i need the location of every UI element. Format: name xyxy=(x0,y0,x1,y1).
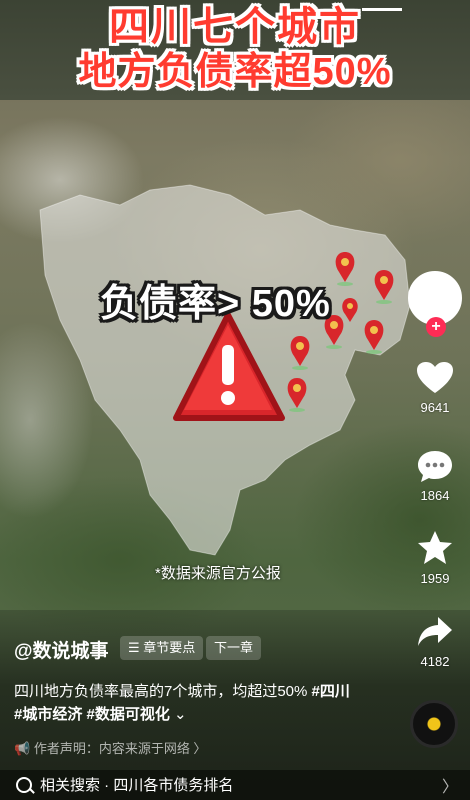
like-count: 9641 xyxy=(420,400,450,415)
share-button[interactable]: 4182 xyxy=(400,615,470,669)
hashtag-city-economy[interactable]: #城市经济 xyxy=(14,706,82,723)
chevron-right-icon: 〉 xyxy=(441,779,458,796)
author-statement[interactable]: 📢 作者声明：内容来源于网络 〉 xyxy=(14,738,206,757)
chapters-button[interactable]: ☰ 章节要点 xyxy=(120,636,204,660)
related-search-label: 相关搜索 · 四川各市债务排名 xyxy=(40,777,234,794)
author-name[interactable]: @数说城事 xyxy=(14,636,109,663)
data-source-note: *数据来源官方公报 xyxy=(155,565,281,582)
heart-icon xyxy=(417,362,453,393)
favorite-count: 1959 xyxy=(420,571,450,586)
megaphone-icon: 📢 xyxy=(14,741,31,756)
hashtag-sichuan[interactable]: #四川 xyxy=(312,683,350,700)
comment-icon xyxy=(418,451,452,482)
music-disc-icon[interactable] xyxy=(410,700,458,748)
comment-button[interactable]: 1864 xyxy=(400,449,470,503)
author-statement-text: 作者声明：内容来源于网络 〉 xyxy=(33,741,207,756)
share-arrow-icon xyxy=(418,617,452,646)
video-description[interactable]: 四川地方负债率最高的7个城市，均超过50% #四川 #城市经济 #数据可视化 ⌄ xyxy=(14,680,354,726)
debt-ratio-label: 负债率> 50% xyxy=(100,283,331,325)
next-chapter-button[interactable]: 下一章 xyxy=(206,636,262,660)
share-count: 4182 xyxy=(420,654,450,669)
chapters-label: 章节要点 xyxy=(143,640,196,655)
star-icon xyxy=(418,531,452,564)
related-search-bar[interactable]: 相关搜索 · 四川各市债务排名 〉 xyxy=(0,770,470,800)
video-title-line2: 地方负债率超50% xyxy=(78,51,392,93)
hashtag-data-visualization[interactable]: #数据可视化 xyxy=(87,706,170,723)
like-button[interactable]: 9641 xyxy=(400,361,470,415)
description-text: 四川地方负债率最高的7个城市，均超过50% xyxy=(14,683,308,700)
title-decoration xyxy=(362,8,402,11)
list-icon: ☰ xyxy=(128,640,140,655)
expand-chevron-icon[interactable]: ⌄ xyxy=(174,706,187,723)
search-icon xyxy=(16,777,32,793)
follow-button[interactable]: + xyxy=(426,317,446,337)
favorite-button[interactable]: 1959 xyxy=(400,530,470,586)
comment-count: 1864 xyxy=(420,488,450,503)
video-player[interactable]: 四川七个城市 地方负债率超50% 负债率> 50% *数据来源官方公报 + 96… xyxy=(0,0,470,800)
